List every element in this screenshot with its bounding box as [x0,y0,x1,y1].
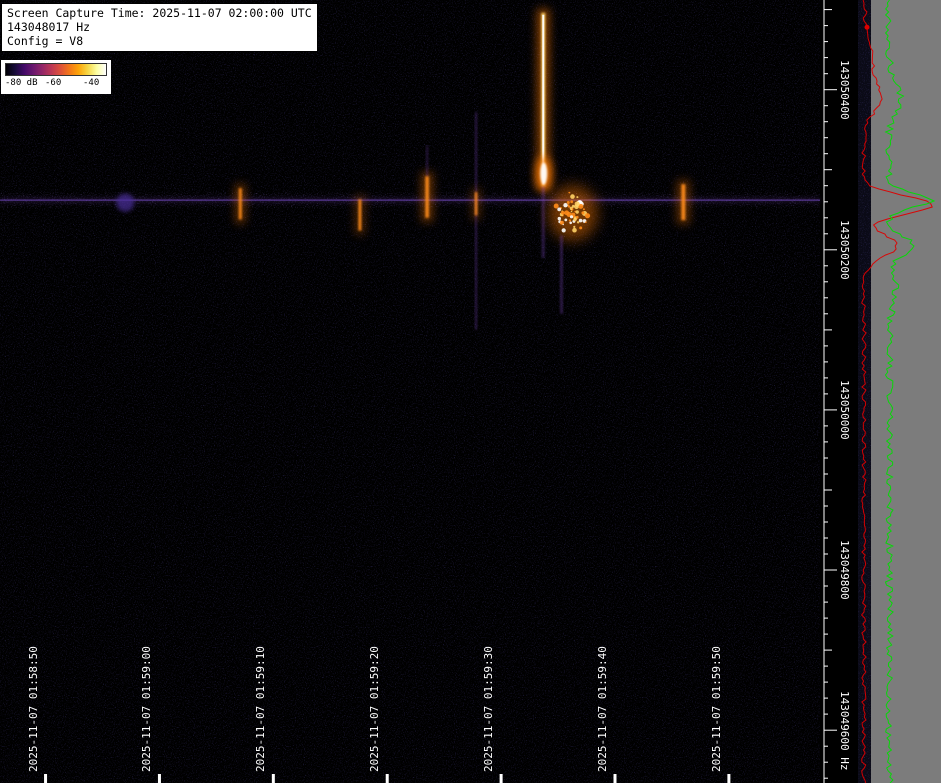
frequency-axis-ticks [823,0,837,783]
meteor-echo-streak [474,192,478,216]
echo-cluster-dot [585,221,587,223]
freq-label-4: 143049600 Hz [838,690,851,771]
live-spectrum-panel [858,0,941,783]
echo-cluster-dot [564,218,568,222]
capture-frequency-text: 143048017 Hz [7,20,91,34]
time-label-6: 2025-11-07 01:59:50 [709,646,723,772]
colorbar-gradient [5,63,107,76]
echo-cluster-dot [576,196,579,199]
meteor-echo-streak [358,199,362,231]
time-label-1: 2025-11-07 01:59:00 [140,646,154,772]
freq-label-3: 143049800 [838,540,851,600]
noise-texture [0,0,820,783]
echo-cluster-dot [569,221,572,225]
echo-cluster-dot [581,211,585,215]
echo-cluster-dot [568,205,571,208]
echo-cluster-dot [568,219,572,222]
meteor-echo-streak [238,188,242,220]
time-tick [271,774,275,783]
freq-label-2: 143050000 [838,379,851,440]
echo-cluster-dot [582,208,585,211]
faint-doppler-trail [560,235,563,314]
echo-cluster-dot [561,228,566,233]
echo-cluster-dot [574,201,580,207]
echo-cluster-dot [557,207,562,212]
time-label-0: 2025-11-07 01:58:50 [26,646,40,772]
time-tick [157,774,161,783]
echo-cluster-dot [573,217,577,222]
faint-doppler-trail [426,145,429,177]
echo-cluster-dot [578,218,583,223]
echo-cluster-dot [584,213,591,219]
echo-cluster-dot [571,204,575,208]
time-label-5: 2025-11-07 01:59:40 [596,646,609,772]
time-tick [44,774,48,783]
spectrogram-display: Screen Capture Time: 2025-11-07 02:00:00… [0,0,941,783]
echo-cluster-dot [570,208,573,211]
spectrum-marker-dot [864,24,870,30]
time-label-2: 2025-11-07 01:59:10 [254,646,268,772]
head-echo-flare-core [540,162,548,185]
faint-doppler-trail [541,186,545,258]
echo-cluster-dot [570,200,574,204]
time-tick [613,774,617,783]
echo-cluster-dot [568,191,571,194]
echo-cluster-dot [564,210,570,216]
faint-echo-smudge [116,193,135,212]
echo-cluster-dot [563,203,568,208]
echo-cluster-dot [576,221,580,224]
colorbar-label-mid: -60 [45,78,62,88]
time-tick [499,774,503,783]
colorbar-labels: -80 dB -60 -40 [5,76,107,90]
meteor-echo-streak [681,184,686,221]
echo-cluster-dot [561,211,565,215]
echo-cluster-dot [576,215,579,219]
time-label-4: 2025-11-07 01:59:30 [482,646,496,772]
echo-cluster-dot [569,215,574,219]
freq-label-0: 143050400 [838,59,851,120]
echo-cluster-dot [553,203,559,209]
echo-cluster-dot [566,201,570,204]
echo-cluster-dot [562,223,564,226]
capture-time-text: Screen Capture Time: 2025-11-07 02:00:00… [7,6,312,20]
noise-layer [0,0,820,783]
echo-cluster-dot [579,226,583,230]
time-tick [385,774,389,783]
colorbar: -80 dB -60 -40 [1,60,111,94]
echo-cluster-dot [570,194,575,199]
echo-cluster-dot [573,225,576,228]
freq-label-1: 143050200 [838,219,851,280]
meteor-echo-streak [425,176,429,218]
echo-cluster-dot [570,210,573,213]
colorbar-label-max: -40 [83,78,100,88]
echo-cluster-dot [572,227,577,233]
time-label-3: 2025-11-07 01:59:20 [368,646,382,772]
capture-info-box: Screen Capture Time: 2025-11-07 02:00:00… [1,3,318,52]
capture-config-text: Config = V8 [7,34,84,48]
echo-cluster-dot [575,210,579,214]
colorbar-label-min: -80 dB [5,78,38,88]
echo-cluster-dot [557,216,561,221]
faint-doppler-trail [475,112,478,330]
time-tick [727,774,731,783]
